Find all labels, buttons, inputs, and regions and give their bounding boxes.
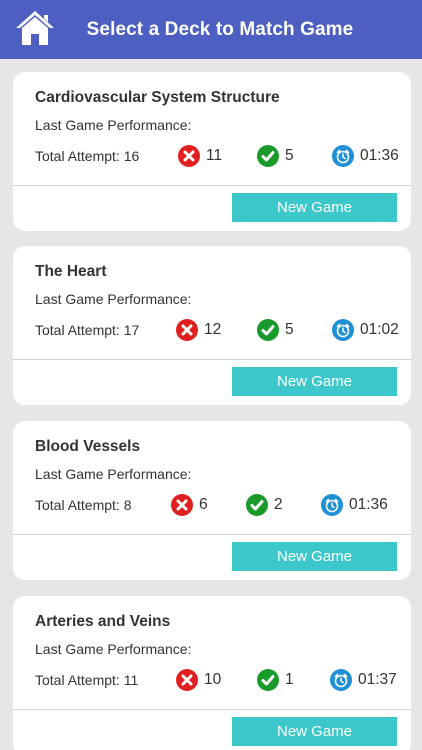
deck-title: Cardiovascular System Structure xyxy=(35,89,280,106)
game-time: 01:02 xyxy=(360,321,399,338)
wrong-count: 10 xyxy=(204,671,222,688)
wrong-icon xyxy=(178,145,200,167)
deck-stats: Total Attempt: 11 10 1 01:37 xyxy=(35,668,397,692)
game-time: 01:36 xyxy=(360,147,399,164)
time-stat: 01:36 xyxy=(332,144,399,168)
correct-count: 2 xyxy=(274,496,283,513)
correct-stat: 1 xyxy=(257,668,294,692)
check-icon xyxy=(257,145,279,167)
deck-stats: Total Attempt: 17 12 5 01:02 xyxy=(35,318,399,342)
last-game-label: Last Game Performance: xyxy=(35,641,192,657)
divider xyxy=(13,709,411,710)
divider xyxy=(13,534,411,535)
deck-title: Blood Vessels xyxy=(35,438,141,455)
check-icon xyxy=(246,494,268,516)
wrong-icon xyxy=(176,669,198,691)
total-attempts: Total Attempt: 11 xyxy=(35,672,139,688)
deck-title: Arteries and Veins xyxy=(35,613,171,630)
time-stat: 01:36 xyxy=(321,493,388,517)
game-time: 01:36 xyxy=(349,496,388,513)
app-header: Select a Deck to Match Game xyxy=(0,0,422,59)
wrong-count: 12 xyxy=(204,321,222,338)
deck-stats: Total Attempt: 16 11 5 01:36 xyxy=(35,144,399,168)
deck-card: The Heart Last Game Performance: Total A… xyxy=(13,246,411,405)
wrong-stat: 11 xyxy=(178,144,222,168)
new-game-button[interactable]: New Game xyxy=(232,717,397,746)
check-icon xyxy=(257,319,279,341)
correct-stat: 2 xyxy=(246,493,283,517)
correct-stat: 5 xyxy=(257,144,294,168)
wrong-stat: 10 xyxy=(176,668,221,692)
last-game-label: Last Game Performance: xyxy=(35,117,192,133)
total-attempts: Total Attempt: 8 xyxy=(35,497,132,513)
correct-stat: 5 xyxy=(257,318,294,342)
correct-count: 1 xyxy=(285,671,294,688)
last-game-label: Last Game Performance: xyxy=(35,466,192,482)
time-stat: 01:37 xyxy=(330,668,397,692)
total-attempts: Total Attempt: 17 xyxy=(35,322,140,338)
deck-card: Blood Vessels Last Game Performance: Tot… xyxy=(13,421,411,580)
alarm-clock-icon xyxy=(332,145,354,167)
wrong-count: 11 xyxy=(206,147,223,164)
page-title: Select a Deck to Match Game xyxy=(86,18,354,40)
wrong-icon xyxy=(171,494,193,516)
divider xyxy=(13,185,411,186)
deck-title: The Heart xyxy=(35,263,107,280)
correct-count: 5 xyxy=(285,147,294,164)
check-icon xyxy=(257,669,279,691)
alarm-clock-icon xyxy=(321,494,343,516)
deck-stats: Total Attempt: 8 6 2 01:36 xyxy=(35,493,397,517)
new-game-button[interactable]: New Game xyxy=(232,193,397,222)
wrong-stat: 12 xyxy=(176,318,221,342)
wrong-icon xyxy=(176,319,198,341)
wrong-stat: 6 xyxy=(171,493,208,517)
deck-list[interactable]: Cardiovascular System Structure Last Gam… xyxy=(0,59,422,750)
divider xyxy=(13,359,411,360)
alarm-clock-icon xyxy=(330,669,352,691)
last-game-label: Last Game Performance: xyxy=(35,291,192,307)
game-time: 01:37 xyxy=(358,671,397,688)
new-game-button[interactable]: New Game xyxy=(232,542,397,571)
total-attempts: Total Attempt: 16 xyxy=(35,148,140,164)
deck-card: Cardiovascular System Structure Last Gam… xyxy=(13,72,411,231)
wrong-count: 6 xyxy=(199,496,208,513)
time-stat: 01:02 xyxy=(332,318,399,342)
alarm-clock-icon xyxy=(332,319,354,341)
new-game-button[interactable]: New Game xyxy=(232,367,397,396)
correct-count: 5 xyxy=(285,321,294,338)
deck-card: Arteries and Veins Last Game Performance… xyxy=(13,596,411,750)
